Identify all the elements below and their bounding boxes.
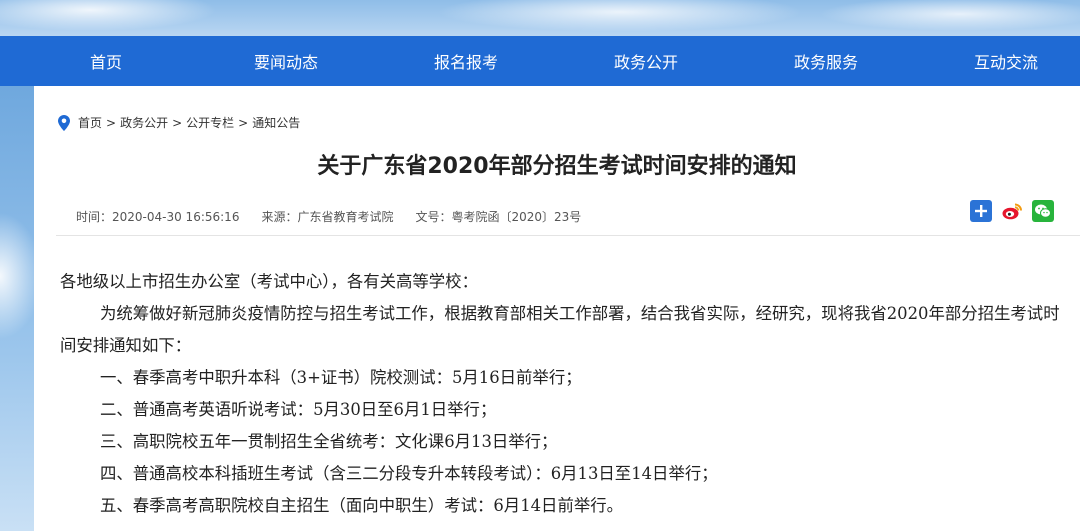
article-body: 各地级以上市招生办公室（考试中心），各有关高等学校： 为统筹做好新冠肺炎疫情防控… bbox=[60, 266, 1070, 522]
breadcrumb-government-affairs[interactable]: 政务公开 bbox=[120, 114, 168, 131]
breadcrumb: 首页 > 政务公开 > 公开专栏 > 通知公告 bbox=[58, 114, 300, 131]
location-pin-icon bbox=[58, 114, 70, 131]
breadcrumb-public-column[interactable]: 公开专栏 bbox=[186, 114, 234, 131]
breadcrumb-separator: > bbox=[238, 115, 249, 130]
list-item: 三、高职院校五年一贯制招生全省统考：文化课6月13日举行； bbox=[100, 432, 558, 451]
share-plus-icon[interactable] bbox=[970, 200, 992, 222]
list-item: 一、春季高考中职升本科（3+证书）院校测试：5月16日前举行； bbox=[100, 368, 582, 387]
main-nav: 首页 要闻动态 报名报考 政务公开 政务服务 互动交流 bbox=[0, 36, 1080, 86]
wechat-icon[interactable] bbox=[1032, 200, 1054, 222]
nav-item-government-services[interactable]: 政务服务 bbox=[752, 49, 900, 73]
article-panel: 首页 > 政务公开 > 公开专栏 > 通知公告 关于广东省2020年部分招生考试… bbox=[34, 86, 1080, 531]
nav-item-news[interactable]: 要闻动态 bbox=[212, 49, 360, 73]
background-decoration bbox=[0, 86, 34, 531]
meta-divider bbox=[56, 235, 1080, 236]
share-bar bbox=[961, 200, 1054, 222]
nav-item-home[interactable]: 首页 bbox=[32, 49, 180, 73]
nav-item-interaction[interactable]: 互动交流 bbox=[932, 49, 1080, 73]
intro-paragraph: 为统筹做好新冠肺炎疫情防控与招生考试工作，根据教育部相关工作部署，结合我省实际，… bbox=[60, 304, 1060, 355]
article-title: 关于广东省2020年部分招生考试时间安排的通知 bbox=[317, 154, 797, 179]
article-source: 来源：广东省教育考试院 bbox=[261, 210, 394, 224]
breadcrumb-notices[interactable]: 通知公告 bbox=[252, 114, 300, 131]
breadcrumb-home[interactable]: 首页 bbox=[78, 114, 102, 131]
salutation: 各地级以上市招生办公室（考试中心），各有关高等学校： bbox=[60, 272, 478, 291]
document-number: 文号：粤考院函〔2020〕23号 bbox=[415, 210, 582, 224]
breadcrumb-separator: > bbox=[106, 115, 117, 130]
list-item: 五、春季高考高职院校自主招生（面向中职生）考试：6月14日前举行。 bbox=[100, 496, 624, 515]
list-item: 四、普通高校本科插班生考试（含三二分段专升本转段考试）：6月13日至14日举行； bbox=[100, 464, 718, 483]
header-banner-sky bbox=[0, 0, 1080, 36]
list-item: 二、普通高考英语听说考试：5月30日至6月1日举行； bbox=[100, 400, 497, 419]
breadcrumb-separator: > bbox=[172, 115, 183, 130]
weibo-icon[interactable] bbox=[1001, 200, 1023, 222]
publish-time: 时间：2020-04-30 16:56:16 bbox=[76, 210, 240, 224]
article-meta: 时间：2020-04-30 16:56:16 来源：广东省教育考试院 文号：粤考… bbox=[76, 208, 603, 225]
nav-item-government-affairs[interactable]: 政务公开 bbox=[572, 49, 720, 73]
nav-item-registration[interactable]: 报名报考 bbox=[392, 49, 540, 73]
